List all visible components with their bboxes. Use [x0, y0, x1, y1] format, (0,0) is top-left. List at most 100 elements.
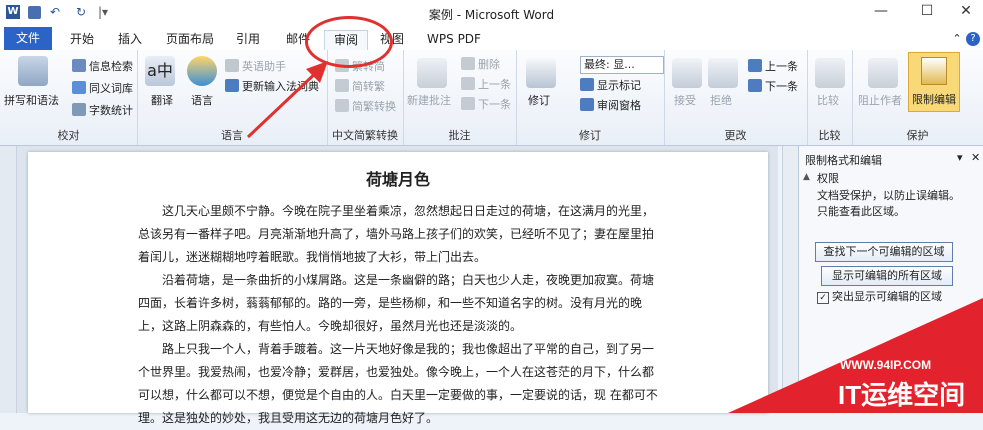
group-changes-label: 更改: [724, 129, 747, 142]
spelling-grammar-button[interactable]: 拼写和语法: [4, 92, 59, 108]
group-tracking: 修订 最终: 显... 显示标记 审阅窗格 修订: [516, 50, 665, 145]
delete-comment-button[interactable]: 删除: [461, 56, 500, 72]
maximize-button[interactable]: ☐: [912, 3, 942, 23]
group-protect: 阻止作者 限制编辑 保护: [852, 50, 983, 145]
group-compare-label: 比较: [818, 129, 841, 142]
thesaurus-label: 同义词库: [89, 82, 133, 95]
research-label: 信息检索: [89, 60, 133, 73]
language-button[interactable]: 语言: [191, 92, 213, 108]
tab-insert[interactable]: 插入: [110, 30, 150, 50]
watermark-brand: IT运维空间: [838, 380, 966, 410]
block-authors-button[interactable]: 阻止作者: [858, 92, 902, 108]
close-button[interactable]: ✕: [951, 3, 981, 23]
panel-menu-icon[interactable]: ▾: [957, 151, 963, 164]
tab-file[interactable]: 文件: [4, 27, 52, 50]
prev-comment-button[interactable]: 上一条: [461, 76, 511, 92]
next-change-icon: [748, 79, 762, 92]
show-markup-label: 显示标记: [597, 79, 641, 92]
language-icon: [187, 56, 217, 86]
new-comment-button[interactable]: 新建批注: [407, 92, 451, 108]
highlight-checkbox[interactable]: ✓: [817, 292, 829, 304]
research-button[interactable]: 信息检索: [72, 58, 133, 74]
next-comment-icon: [461, 97, 475, 110]
assistant-icon: [225, 59, 239, 72]
paragraph-3: 路上只我一个人，背着手踱着。这一片天地好像是我的；我也像超出了平常的自己，到了另…: [138, 342, 658, 425]
window-title: 案例 - Microsoft Word: [428, 8, 555, 22]
delete-comment-icon: [461, 57, 475, 70]
panel-close-icon[interactable]: ✕: [971, 151, 980, 164]
prev-comment-icon: [461, 77, 475, 90]
chinese-convert-button[interactable]: 简繁转换: [335, 98, 396, 114]
next-comment-button[interactable]: 下一条: [461, 96, 511, 112]
next-change-button[interactable]: 下一条: [748, 78, 798, 94]
ribbon-tabs: 文件 开始 插入 页面布局 引用 邮件 审阅 视图 WPS PDF ⌃ ?: [0, 27, 983, 51]
find-next-editable-button[interactable]: 查找下一个可编辑的区域: [815, 242, 953, 262]
thesaurus-icon: [72, 81, 86, 94]
show-markup-button[interactable]: 显示标记: [580, 77, 641, 93]
lock-icon: [921, 57, 947, 85]
markup-display-select[interactable]: 最终: 显...: [580, 56, 664, 74]
protection-description: 文档受保护，以防止误编辑。只能查看此区域。: [817, 189, 960, 218]
tab-wps-pdf[interactable]: WPS PDF: [424, 30, 484, 50]
update-ime-icon: [225, 79, 239, 92]
review-pane-icon: [580, 98, 594, 111]
reject-button[interactable]: 拒绝: [710, 92, 732, 108]
group-changes: 接受 拒绝 上一条 下一条 更改: [664, 50, 808, 145]
prev-change-icon: [748, 59, 762, 72]
reject-icon: [708, 58, 738, 88]
word-count-label: 字数统计: [89, 104, 133, 117]
compare-icon: [815, 58, 845, 88]
research-icon: [72, 59, 86, 72]
review-pane-label: 审阅窗格: [597, 99, 641, 112]
tab-references[interactable]: 引用: [228, 30, 268, 50]
group-comments: 新建批注 删除 上一条 下一条 批注: [403, 50, 517, 145]
tab-home[interactable]: 开始: [60, 30, 104, 50]
tab-page-layout[interactable]: 页面布局: [160, 30, 220, 50]
next-comment-label: 下一条: [478, 98, 511, 111]
markup-display-value: 最终: 显...: [584, 58, 635, 71]
group-tracking-label: 修订: [579, 129, 601, 142]
document-title: 荷塘月色: [365, 170, 430, 189]
spelling-icon: [18, 56, 48, 86]
compare-button[interactable]: 比较: [817, 92, 839, 108]
delete-comment-label: 删除: [478, 58, 500, 71]
paragraph-1: 这几天心里颇不宁静。今晚在院子里坐着乘凉，忽然想起日日走过的荷塘，在这满月的光里…: [138, 204, 655, 264]
arrow-annotation: [246, 61, 328, 139]
group-proofing-label: 校对: [57, 129, 80, 142]
prev-comment-label: 上一条: [478, 78, 511, 91]
group-comments-label: 批注: [448, 129, 471, 142]
help-icon[interactable]: ?: [966, 32, 980, 46]
translate-icon: a中: [145, 56, 175, 86]
paragraph-2: 沿着荷塘，是一条曲折的小煤屑路。这是一条幽僻的路；白天也少人走，夜晚更加寂寞。荷…: [138, 273, 655, 333]
chinese-convert-label: 简繁转换: [352, 100, 396, 113]
vertical-ruler: [0, 146, 17, 413]
highlight-label: 突出显示可编辑的区域: [832, 290, 942, 303]
permission-section-title: 权限: [817, 172, 839, 185]
thesaurus-button[interactable]: 同义词库: [72, 80, 133, 96]
next-change-label: 下一条: [765, 80, 798, 93]
review-pane-button[interactable]: 审阅窗格: [580, 97, 641, 113]
collapse-ribbon-icon[interactable]: ⌃: [950, 30, 964, 50]
document-page[interactable]: 荷塘月色 这几天心里颇不宁静。今晚在院子里坐着乘凉，忽然想起日日走过的荷塘，在这…: [28, 152, 768, 425]
simp-to-trad-button[interactable]: 简转繁: [335, 78, 385, 94]
ribbon: 拼写和语法 信息检索 同义词库 字数统计 校对 a中 翻译 语言 英语助手 更新…: [0, 50, 983, 146]
new-comment-icon: [417, 58, 447, 88]
section-collapse-icon[interactable]: ▲: [803, 172, 810, 182]
vertical-scrollbar[interactable]: [782, 146, 799, 413]
group-proofing: 拼写和语法 信息检索 同义词库 字数统计 校对: [0, 50, 138, 145]
track-changes-button[interactable]: 修订: [528, 92, 550, 108]
show-all-editable-button[interactable]: 显示可编辑的所有区域: [821, 266, 953, 286]
translate-button[interactable]: 翻译: [151, 92, 173, 108]
group-protect-label: 保护: [906, 129, 929, 142]
title-bar: W ↶ ↻ |▾ 案例 - Microsoft Word — ☐ ✕: [0, 0, 983, 28]
block-authors-icon: [868, 58, 898, 88]
track-changes-icon: [526, 58, 556, 88]
restrict-editing-button[interactable]: 限制编辑: [908, 52, 960, 112]
accept-icon: [672, 58, 702, 88]
prev-change-button[interactable]: 上一条: [748, 58, 798, 74]
group-compare: 比较 比较: [807, 50, 853, 145]
highlight-editable-option[interactable]: ✓ 突出显示可编辑的区域: [817, 288, 942, 304]
accept-button[interactable]: 接受: [674, 92, 696, 108]
minimize-button[interactable]: —: [866, 3, 896, 23]
word-count-button[interactable]: 字数统计: [72, 102, 133, 118]
